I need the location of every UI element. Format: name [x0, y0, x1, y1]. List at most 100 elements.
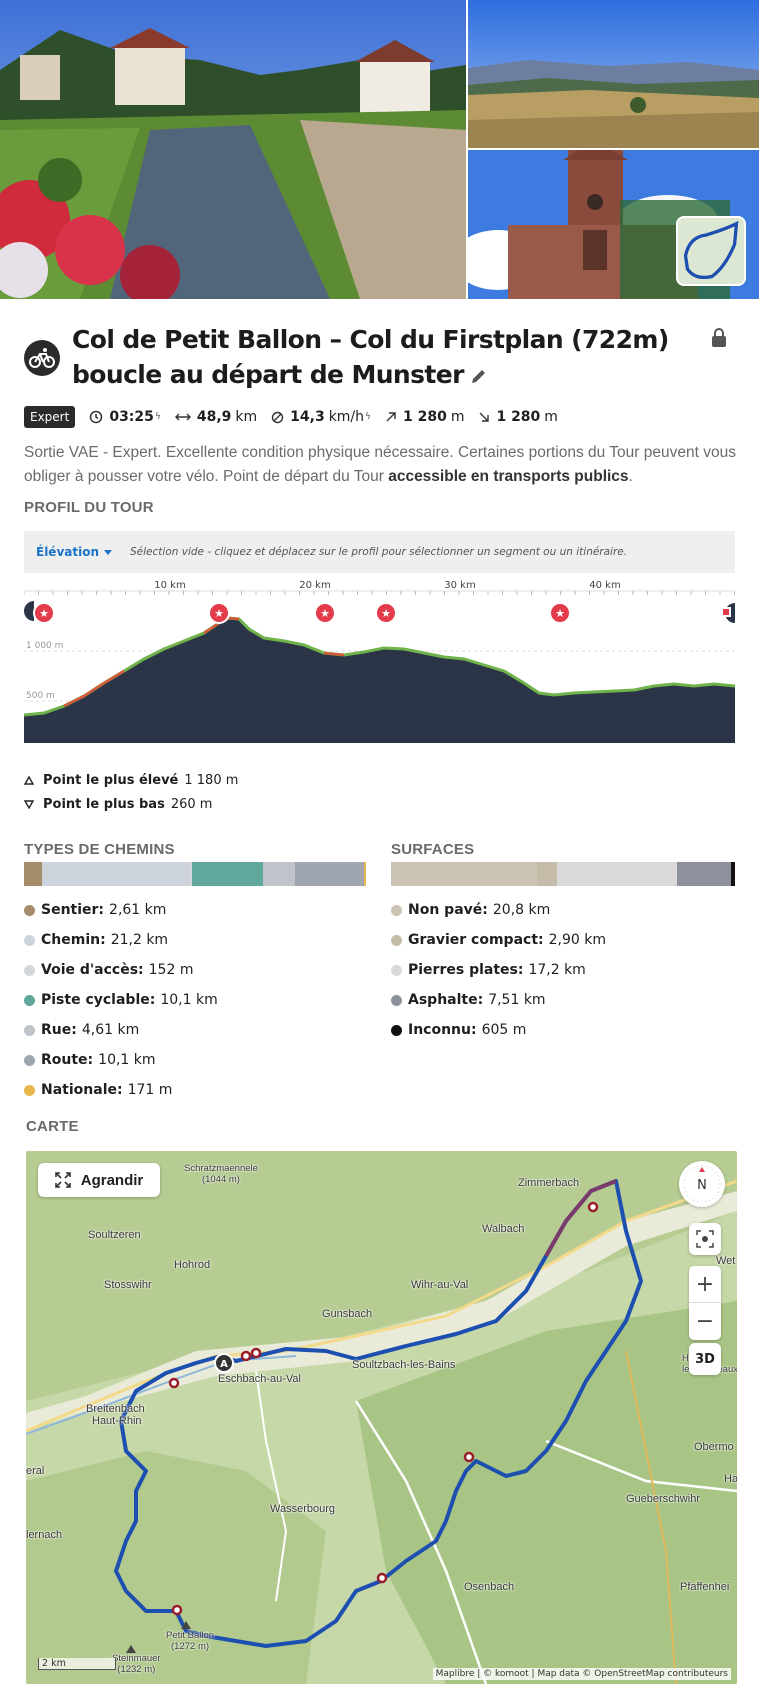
- profile-hint: Sélection vide - cliquez et déplacez sur…: [130, 546, 628, 558]
- arrow-down-right-icon: [479, 412, 490, 422]
- bar-segment-inconnu: [731, 862, 735, 886]
- route-map[interactable]: A Schratzmaennele (1044 m) Zimmerbach Sou…: [26, 1151, 737, 1684]
- bar-segment-nationale: [364, 862, 366, 886]
- lock-icon[interactable]: [711, 328, 727, 352]
- route-waypoint: [171, 1604, 183, 1616]
- bar-segment-gravier: [537, 862, 557, 886]
- map-label-breitenbach: Breitenbach: [86, 1403, 145, 1415]
- 3d-button[interactable]: 3D: [689, 1343, 721, 1375]
- way-types-legend: Sentier: 2,61 km Chemin: 21,2 km Voie d'ac…: [24, 895, 218, 1105]
- legend-item: Chemin: 21,2 km: [24, 925, 218, 955]
- map-label-schratz: Schratzmaennele (1044 m): [184, 1163, 258, 1185]
- expand-map-button[interactable]: Agrandir: [38, 1163, 160, 1197]
- highlight-marker[interactable]: ★: [314, 602, 336, 624]
- svg-text:★: ★: [214, 607, 224, 620]
- profile-heading: PROFIL DU TOUR: [24, 499, 154, 516]
- elevation-area: [24, 618, 735, 743]
- legend-item: Pierres plates: 17,2 km: [391, 955, 606, 985]
- km-tick-label: 10 km: [154, 580, 185, 591]
- caret-down-icon: [104, 549, 113, 555]
- map-label-wihr: Wihr-au-Val: [411, 1279, 469, 1291]
- legend-item: Sentier: 2,61 km: [24, 895, 218, 925]
- photo-vosges-landscape[interactable]: [468, 0, 759, 148]
- svg-text:★: ★: [381, 607, 391, 620]
- map-label-wasserbourg: Wasserbourg: [270, 1503, 336, 1515]
- tour-description: Sortie VAE - Expert. Excellente conditio…: [24, 444, 736, 485]
- map-label-eral: eral: [26, 1465, 45, 1477]
- legend-item: Nationale: 171 m: [24, 1075, 218, 1105]
- elevation-profile[interactable]: 10 km 20 km 30 km 40 km 1 000 m 500 m ★ …: [23, 573, 745, 743]
- map-label-gunsbach: Gunsbach: [322, 1308, 373, 1320]
- public-transport-link[interactable]: accessible en transports publics: [388, 468, 628, 485]
- map-label-stosswihr: Stosswihr: [104, 1279, 152, 1291]
- map-label-soultzbach: Soultzbach-les-Bains: [352, 1359, 456, 1371]
- route-waypoint: [240, 1350, 252, 1362]
- legend-item: Voie d'accès: 152 m: [24, 955, 218, 985]
- highlight-marker[interactable]: ★: [208, 602, 230, 624]
- route-waypoint: [376, 1572, 388, 1584]
- downhill-stat: 1 280 m: [478, 409, 558, 425]
- legend-item: Piste cyclable: 10,1 km: [24, 985, 218, 1015]
- highlight-marker[interactable]: ★: [375, 602, 397, 624]
- map-label-hohrod: Hohrod: [174, 1259, 211, 1271]
- profile-toolbar: Élévation Sélection vide - cliquez et dé…: [24, 531, 735, 573]
- svg-text:★: ★: [555, 607, 565, 620]
- bar-segment-asphalte: [677, 862, 731, 886]
- route-waypoint: [250, 1347, 262, 1359]
- locate-button[interactable]: [689, 1223, 721, 1255]
- uphill-stat: 1 280 m: [385, 409, 464, 425]
- locate-icon: [696, 1230, 714, 1248]
- way-types-heading: TYPES DE CHEMINS: [24, 841, 175, 858]
- map-label-soultzeren: Soultzeren: [88, 1229, 141, 1241]
- photo-gallery[interactable]: [0, 0, 759, 299]
- elevation-dropdown[interactable]: Élévation: [36, 545, 113, 559]
- route-waypoint: [587, 1201, 599, 1213]
- zoom-in-button[interactable]: +: [689, 1266, 721, 1303]
- map-label-petitballon: Petit Ballon (1272 m): [166, 1630, 215, 1652]
- compass-button[interactable]: N: [679, 1161, 725, 1207]
- elevation-tick-label: 1 000 m: [26, 641, 63, 651]
- difficulty-badge: Expert: [24, 406, 76, 428]
- surfaces-legend: Non pavé: 20,8 km Gravier compact: 2,90 km…: [391, 895, 606, 1045]
- route-waypoint: [168, 1377, 180, 1389]
- photo-munster-river[interactable]: [0, 0, 466, 299]
- map-label-pfaffenheim: Pfaffenhei: [680, 1581, 730, 1593]
- map-label-walbach: Walbach: [482, 1223, 525, 1235]
- start-point-marker: A: [220, 1359, 228, 1370]
- map-attribution[interactable]: Maplibre | © komoot | Map data © OpenStr…: [432, 1668, 731, 1680]
- map-label-hautrhin: Haut-Rhin: [92, 1415, 142, 1427]
- map-label-eschbach: Eschbach-au-Val: [218, 1373, 301, 1385]
- distance-stat: 48,9 km: [174, 409, 257, 425]
- legend-item: Route: 10,1 km: [24, 1045, 218, 1075]
- end-marker[interactable]: [721, 603, 745, 623]
- svg-text:★: ★: [320, 607, 330, 620]
- bar-segment-piste: [192, 862, 263, 886]
- arrow-up-right-icon: [386, 412, 396, 422]
- start-marker[interactable]: [24, 601, 34, 621]
- km-tick-label: 20 km: [299, 580, 330, 591]
- highlight-marker[interactable]: ★: [33, 602, 55, 624]
- pencil-icon[interactable]: [470, 359, 488, 394]
- triangle-down-icon: [24, 799, 34, 809]
- tour-title: Col de Petit Ballon – Col du Firstplan (…: [72, 322, 712, 394]
- map-label-lernach: lernach: [26, 1529, 63, 1541]
- map-label-ha: Ha: [724, 1473, 737, 1485]
- triangle-up-icon: [24, 775, 34, 785]
- bar-segment-chemin: [42, 862, 190, 886]
- bar-segment-route: [295, 862, 364, 886]
- route-thumbnail[interactable]: [676, 216, 746, 286]
- km-tick-label: 30 km: [444, 580, 475, 591]
- highlight-marker[interactable]: ★: [549, 602, 571, 624]
- bar-segment-pierres: [557, 862, 677, 886]
- legend-item: Asphalte: 7,51 km: [391, 985, 606, 1015]
- way-types-bar[interactable]: [24, 862, 366, 886]
- ebike-icon: [24, 340, 60, 376]
- clock-icon: [90, 410, 103, 424]
- bar-segment-nonpave: [391, 862, 537, 886]
- zoom-out-button[interactable]: −: [689, 1303, 721, 1340]
- km-tick-label: 40 km: [589, 580, 620, 591]
- map-label-obermo: Obermo: [694, 1441, 734, 1453]
- svg-text:N: N: [697, 1178, 707, 1193]
- surfaces-bar[interactable]: [391, 862, 735, 886]
- map-label-zimmerbach: Zimmerbach: [518, 1177, 580, 1189]
